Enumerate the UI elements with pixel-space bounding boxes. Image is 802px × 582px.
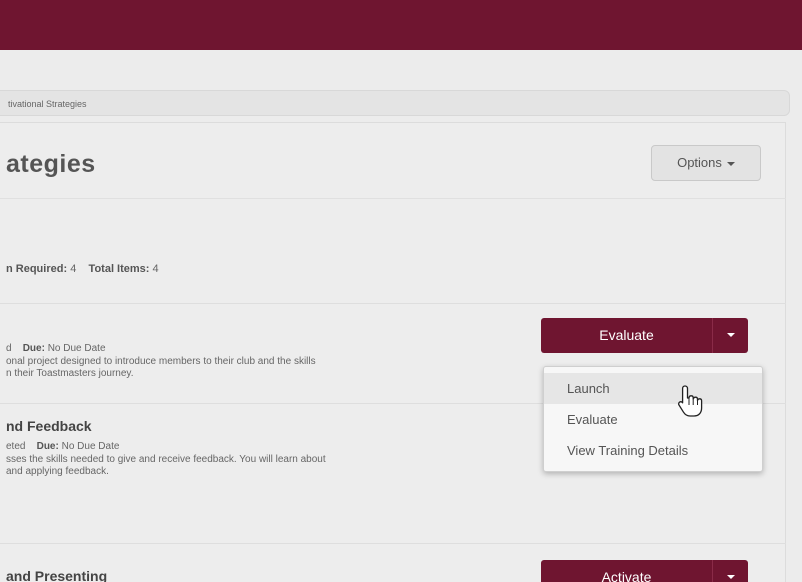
item-title[interactable]: nd Feedback	[6, 418, 92, 434]
caret-down-icon	[726, 574, 735, 579]
item-description-line: sses the skills needed to give and recei…	[6, 454, 326, 465]
evaluate-split-button: Evaluate	[541, 318, 748, 353]
requirements-summary: n Required: 4 Total Items: 4	[6, 263, 159, 275]
breadcrumb: tivational Strategies	[0, 90, 790, 116]
caret-down-icon	[726, 332, 735, 337]
page-title: ategies	[6, 150, 96, 178]
header-divider	[0, 198, 786, 199]
item-status: d	[6, 343, 12, 354]
evaluate-button[interactable]: Evaluate	[541, 318, 712, 353]
activate-button[interactable]: Activate	[541, 560, 712, 582]
required-label: n Required:	[6, 263, 68, 275]
item-description: sses the skills needed to give and recei…	[6, 454, 486, 478]
main-panel: ategies Options n Required: 4 Total Item…	[0, 122, 786, 582]
caret-down-icon	[726, 161, 735, 166]
hand-pointer-icon	[678, 385, 703, 417]
required-value: 4	[70, 263, 77, 275]
activate-split-button: Activate	[541, 560, 748, 582]
item-description: onal project designed to introduce membe…	[6, 356, 486, 380]
evaluate-dropdown-menu: Launch Evaluate View Training Details	[543, 366, 763, 472]
menu-item-launch[interactable]: Launch	[544, 373, 762, 404]
due-value: No Due Date	[47, 343, 106, 354]
item-meta: d Due: No Due Date	[6, 343, 106, 354]
item-status: eted	[6, 441, 26, 452]
list-item: and Presenting Activate	[0, 543, 786, 582]
page-content: tivational Strategies ategies Options n …	[0, 50, 802, 582]
item-description-line: onal project designed to introduce membe…	[6, 356, 316, 367]
total-label: Total Items:	[88, 263, 150, 275]
due-label: Due:	[36, 441, 59, 452]
top-header-bar	[0, 0, 802, 50]
item-description-line: n their Toastmasters journey.	[6, 368, 134, 379]
menu-item-view-training-details[interactable]: View Training Details	[544, 435, 762, 466]
due-value: No Due Date	[61, 441, 120, 452]
total-value: 4	[152, 263, 159, 275]
menu-item-evaluate[interactable]: Evaluate	[544, 404, 762, 435]
item-description-line: and applying feedback.	[6, 466, 109, 477]
breadcrumb-current[interactable]: tivational Strategies	[8, 99, 87, 109]
activate-dropdown-toggle[interactable]	[712, 560, 748, 582]
evaluate-dropdown-toggle[interactable]	[712, 318, 748, 353]
item-title[interactable]: and Presenting	[6, 568, 107, 582]
item-meta: eted Due: No Due Date	[6, 441, 119, 452]
due-label: Due:	[22, 343, 45, 354]
options-button-label: Options	[677, 155, 722, 170]
options-button[interactable]: Options	[651, 145, 761, 181]
